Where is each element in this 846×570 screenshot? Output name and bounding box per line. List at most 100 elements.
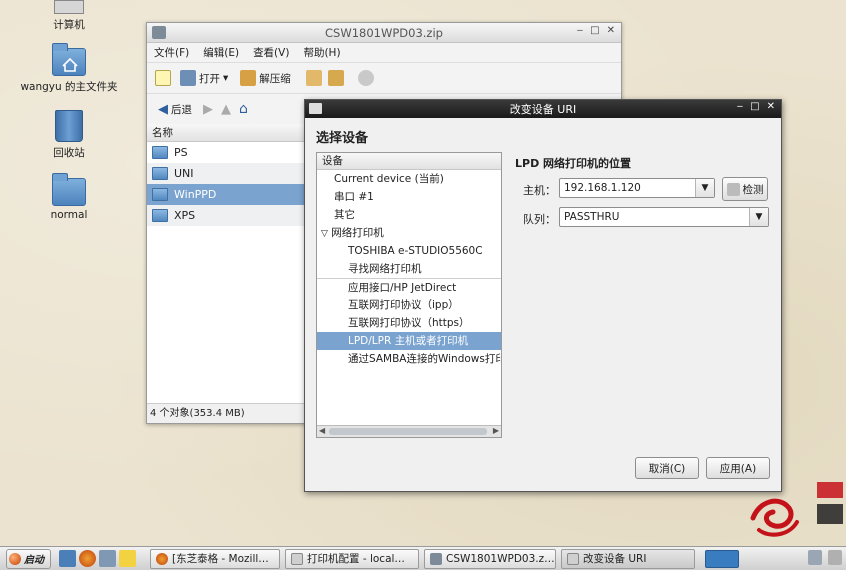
open-label: 打开 bbox=[199, 72, 220, 85]
desktop-icon-trash[interactable]: 回收站 bbox=[14, 110, 124, 160]
maximize-icon[interactable]: □ bbox=[750, 101, 759, 112]
task-printer-config[interactable]: 打印机配置 - local… bbox=[285, 548, 419, 569]
dialog-title: 改变设备 URI bbox=[509, 103, 577, 116]
probe-icon bbox=[726, 182, 740, 196]
task-change-device-uri[interactable]: 改变设备 URI bbox=[561, 548, 695, 569]
archive-app-icon bbox=[152, 26, 166, 39]
tree-item-https[interactable]: 互联网打印协议（https） bbox=[317, 314, 501, 332]
tree-item-lpd[interactable]: LPD/LPR 主机或者打印机 bbox=[317, 332, 501, 350]
scroll-right-icon[interactable]: ▶ bbox=[493, 426, 499, 435]
forward-arrow-icon[interactable]: ▶ bbox=[203, 102, 213, 117]
host-combobox[interactable]: 192.168.1.120 ▼ bbox=[559, 178, 715, 198]
file-list: 名称 PS UNI WinPPD XPS bbox=[147, 124, 307, 404]
file-manager-icon[interactable] bbox=[59, 550, 76, 567]
folder-icon bbox=[152, 188, 168, 201]
menu-view[interactable]: 查看(V) bbox=[253, 45, 289, 60]
file-row[interactable]: XPS bbox=[147, 205, 307, 226]
queue-label: 队列： bbox=[523, 213, 556, 226]
back-button[interactable]: ◀ 后退 bbox=[155, 100, 195, 119]
desktop-icon-label: 回收站 bbox=[53, 147, 85, 159]
column-header-name[interactable]: 名称 bbox=[147, 124, 307, 142]
extract-button[interactable]: 解压缩 bbox=[237, 68, 294, 88]
menubar: 文件(F) 编辑(E) 查看(V) 帮助(H) bbox=[147, 43, 621, 62]
desktop: 计算机 wangyu 的主文件夹 回收站 normal CSW1801WPD03… bbox=[0, 0, 846, 546]
taskbar: 启动 [东芝泰格 - Mozill… 打印机配置 - local… CSW180… bbox=[0, 546, 846, 570]
menu-file[interactable]: 文件(F) bbox=[154, 45, 189, 60]
chevron-down-icon: ▾ bbox=[223, 72, 229, 84]
window-title: CSW1801WPD03.zip bbox=[325, 25, 443, 40]
new-archive-icon[interactable] bbox=[155, 70, 171, 86]
firefox-icon[interactable] bbox=[79, 550, 96, 567]
file-row[interactable]: PS bbox=[147, 142, 307, 163]
extract-icon bbox=[240, 70, 257, 86]
scroll-left-icon[interactable]: ◀ bbox=[319, 426, 325, 435]
task-archive[interactable]: CSW1801WPD03.z… bbox=[424, 548, 556, 569]
tree-item-current-device[interactable]: Current device (当前) bbox=[317, 170, 501, 188]
tree-item-ipp[interactable]: 互联网打印协议（ipp） bbox=[317, 296, 501, 314]
workspace-switcher[interactable] bbox=[705, 549, 739, 568]
apply-button[interactable]: 应用(A) bbox=[706, 457, 770, 479]
task-label: CSW1801WPD03.z… bbox=[446, 552, 555, 565]
tree-item-network-printer[interactable]: ▽ 网络打印机 bbox=[317, 224, 501, 242]
file-name: PS bbox=[174, 146, 188, 159]
text-editor-icon[interactable] bbox=[119, 550, 136, 567]
tree-item-toshiba[interactable]: TOSHIBA e-STUDIO5560C bbox=[317, 242, 501, 260]
task-label: 改变设备 URI bbox=[583, 553, 647, 565]
chevron-down-icon[interactable]: ▼ bbox=[695, 179, 714, 197]
queue-combobox[interactable]: PASSTHRU ▼ bbox=[559, 207, 769, 227]
stop-icon[interactable] bbox=[357, 70, 374, 86]
lpd-location-title: LPD 网络打印机的位置 bbox=[515, 157, 632, 170]
queue-value: PASSTHRU bbox=[564, 211, 620, 223]
device-column-header[interactable]: 设备 bbox=[317, 153, 501, 170]
back-arrow-icon: ◀ bbox=[158, 101, 168, 117]
corporate-logo bbox=[750, 482, 843, 537]
host-label: 主机： bbox=[523, 184, 556, 197]
tree-item-find-network-printer[interactable]: 寻找网络打印机 bbox=[317, 260, 501, 278]
add-files-icon[interactable] bbox=[305, 70, 322, 86]
desktop-icon-computer[interactable]: 计算机 bbox=[14, 0, 124, 32]
desktop-icon-label: 计算机 bbox=[53, 19, 85, 31]
probe-button[interactable]: 检测 bbox=[722, 177, 768, 201]
tree-item-samba[interactable]: 通过SAMBA连接的Windows打印机 bbox=[317, 350, 501, 368]
tree-item-jetdirect[interactable]: 应用接口/HP JetDirect bbox=[317, 278, 501, 296]
home-icon[interactable]: ⌂ bbox=[239, 101, 248, 117]
menu-edit[interactable]: 编辑(E) bbox=[203, 45, 239, 60]
minimize-icon[interactable]: ‒ bbox=[577, 25, 583, 36]
desktop-icon-home[interactable]: wangyu 的主文件夹 bbox=[14, 43, 124, 94]
file-manager-titlebar[interactable]: CSW1801WPD03.zip ‒ □ ✕ bbox=[147, 23, 621, 43]
chevron-down-icon[interactable]: ▼ bbox=[749, 208, 768, 226]
volume-icon[interactable] bbox=[828, 550, 842, 565]
desktop-icon-label: normal bbox=[50, 209, 88, 221]
printer-icon bbox=[567, 552, 579, 565]
tree-item-label: 网络打印机 bbox=[331, 227, 384, 239]
printer-icon bbox=[309, 103, 322, 114]
tree-item-serial[interactable]: 串口 #1 bbox=[317, 188, 501, 206]
quick-launch bbox=[59, 550, 136, 567]
tree-item-other[interactable]: 其它 bbox=[317, 206, 501, 224]
file-row[interactable]: UNI bbox=[147, 163, 307, 184]
probe-label: 检测 bbox=[742, 183, 764, 196]
start-button[interactable]: 启动 bbox=[6, 548, 51, 569]
scrollbar-thumb[interactable] bbox=[329, 428, 487, 435]
menu-help[interactable]: 帮助(H) bbox=[303, 45, 340, 60]
up-arrow-icon[interactable]: ▲ bbox=[221, 102, 231, 117]
expander-icon[interactable]: ▽ bbox=[321, 229, 328, 239]
cancel-button[interactable]: 取消(C) bbox=[635, 457, 699, 479]
terminal-icon[interactable] bbox=[99, 550, 116, 567]
maximize-icon[interactable]: □ bbox=[590, 25, 599, 36]
close-icon[interactable]: ✕ bbox=[767, 101, 775, 112]
add-folder-icon[interactable] bbox=[327, 70, 344, 86]
desktop-icon-normal[interactable]: normal bbox=[14, 173, 124, 221]
open-button[interactable]: 打开 ▾ bbox=[177, 68, 231, 88]
start-label: 启动 bbox=[24, 555, 44, 566]
folder-icon bbox=[152, 167, 168, 180]
horizontal-scrollbar[interactable]: ◀ ▶ bbox=[317, 425, 501, 437]
close-icon[interactable]: ✕ bbox=[607, 25, 615, 36]
network-icon[interactable] bbox=[808, 550, 822, 565]
task-label: [东芝泰格 - Mozill… bbox=[172, 553, 269, 565]
task-firefox[interactable]: [东芝泰格 - Mozill… bbox=[150, 548, 280, 569]
minimize-icon[interactable]: ‒ bbox=[737, 101, 743, 112]
host-value: 192.168.1.120 bbox=[564, 182, 641, 194]
dialog-titlebar[interactable]: 改变设备 URI ‒ □ ✕ bbox=[305, 100, 781, 118]
file-row[interactable]: WinPPD bbox=[147, 184, 307, 205]
